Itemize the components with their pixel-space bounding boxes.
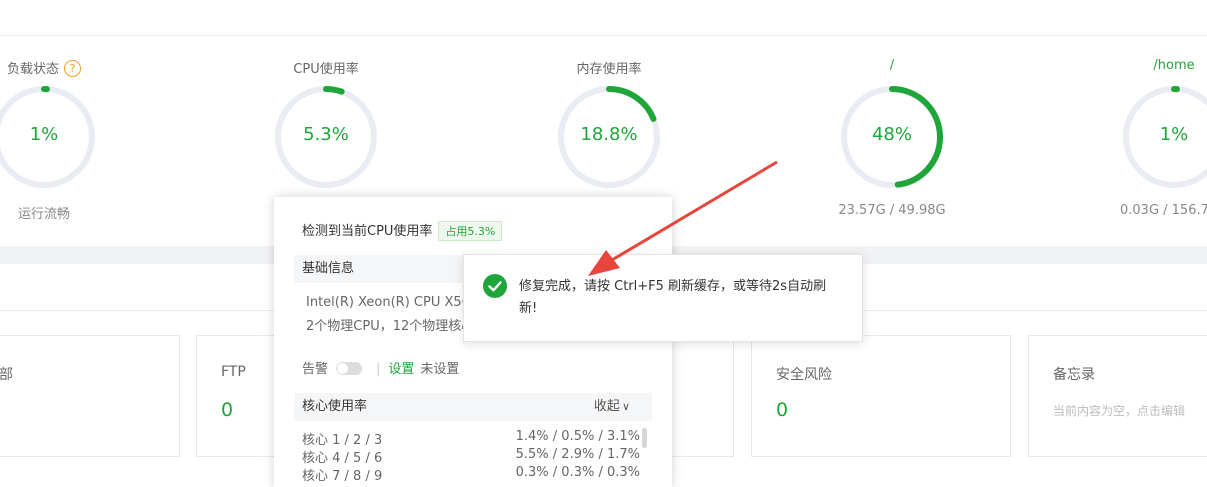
usage-badge: 占用5.3% xyxy=(438,221,503,241)
cpu-model: Intel(R) Xeon(R) CPU X56 xyxy=(306,295,470,310)
alarm-label: 告警 xyxy=(302,362,329,377)
alarm-status: 未设置 xyxy=(420,362,460,377)
gauge-value: 1% xyxy=(29,124,59,145)
card-all[interactable]: 部 xyxy=(0,335,180,457)
card-memo[interactable]: 备忘录 当前内容为空，点击编辑 xyxy=(1028,335,1207,457)
help-icon[interactable]: ? xyxy=(64,60,81,77)
gauge-subtext: 0.03G / 156.7 xyxy=(1120,203,1207,218)
toast-message: 修复完成，请按 Ctrl+F5 刷新缓存，或等待2s自动刷新! xyxy=(519,279,827,316)
gauge-title: CPU使用率 xyxy=(293,62,359,77)
gauge-title: / xyxy=(889,58,895,73)
success-check-icon xyxy=(483,274,507,298)
cpu-detail-popover: 检测到当前CPU使用率 占用5.3% 基础信息 Intel(R) Xeon(R) … xyxy=(274,197,672,487)
gauge-subtext: 23.57G / 49.98G xyxy=(838,203,946,218)
card-title: FTP xyxy=(221,364,246,380)
success-toast: 修复完成，请按 Ctrl+F5 刷新缓存，或等待2s自动刷新! xyxy=(463,254,863,342)
gauge-subtext: 运行流畅 xyxy=(17,207,70,222)
popover-heading: 检测到当前CPU使用率 占用5.3% xyxy=(302,220,503,241)
cpu-count: 2个物理CPU，12个物理核心 xyxy=(306,319,475,334)
card-title: 备忘录 xyxy=(1053,367,1095,383)
collapse-button[interactable]: 收起 ∨ xyxy=(594,393,630,421)
gauge-value: 1% xyxy=(1159,124,1189,145)
core-list-scrollbar[interactable] xyxy=(642,428,647,448)
card-value[interactable]: 0 xyxy=(776,399,788,421)
memo-placeholder[interactable]: 当前内容为空，点击编辑 xyxy=(1053,402,1185,419)
card-security-risk[interactable]: 安全风险 0 xyxy=(751,335,1011,457)
gauge-title: /home xyxy=(1153,58,1195,73)
top-bar xyxy=(0,0,1207,36)
card-title: 安全风险 xyxy=(776,367,832,383)
core-usage-header: 核心使用率 收起 ∨ xyxy=(294,393,652,421)
chevron-up-icon: ∨ xyxy=(621,400,630,413)
alarm-toggle[interactable] xyxy=(336,362,363,375)
gauge-value: 48% xyxy=(871,124,912,145)
gauge-title: 负载状态? xyxy=(0,58,99,77)
alarm-settings-link[interactable]: 设置 xyxy=(388,362,414,377)
alarm-row: 告警 | 设置 未设置 xyxy=(302,358,459,377)
gauge-value: 18.8% xyxy=(580,124,638,145)
divider: | xyxy=(376,362,381,377)
card-title: 部 xyxy=(0,367,13,383)
gauge-value: 5.3% xyxy=(303,124,349,145)
gauge-title: 内存使用率 xyxy=(576,62,642,77)
card-value[interactable]: 0 xyxy=(221,399,233,421)
